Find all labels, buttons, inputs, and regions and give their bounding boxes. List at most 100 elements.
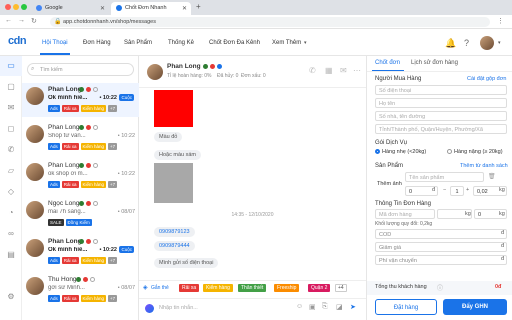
cod-field[interactable]: COD (375, 229, 507, 239)
sticker-icon[interactable]: ◪ (336, 303, 343, 311)
radio-checked[interactable] (375, 149, 380, 155)
add-from-list-link[interactable]: Thêm từ danh sách (460, 163, 508, 169)
push-ghn-button[interactable]: Đẩy GHN (443, 299, 507, 315)
minimize-window-dot[interactable] (13, 4, 19, 10)
zalo-icon (92, 87, 98, 92)
chat-contact-name[interactable]: Phan Long (167, 63, 201, 70)
product-name-field[interactable]: Tên sản phẩm (405, 172, 484, 182)
address-field[interactable]: Số nhà, tên đường (375, 111, 507, 121)
nav-xem-them[interactable]: Xem Thêm (272, 40, 301, 46)
service-heavy[interactable]: Hàng nặng (≥ 20kg) (447, 149, 503, 155)
product-image-gray[interactable] (154, 163, 193, 203)
add-image-label[interactable]: Thêm ảnh (377, 181, 402, 187)
user-icon[interactable]: ◔ (6, 208, 16, 218)
more-tags-button[interactable]: +4 (335, 284, 347, 292)
nav-chot-don-da-kenh[interactable]: Chốt Đơn Đa Kênh (209, 40, 260, 46)
chevron-down-icon[interactable]: ▾ (498, 40, 501, 46)
phone-message[interactable]: 0909879444 (154, 241, 195, 251)
phone-field[interactable]: Số điện thoại (375, 85, 507, 95)
help-icon[interactable]: ? (464, 38, 469, 48)
order-code-field[interactable]: Mã đơn hàng (375, 209, 435, 219)
quantity-field[interactable]: 1 (450, 186, 464, 196)
maximize-window-dot[interactable] (21, 4, 27, 10)
close-window-dot[interactable] (5, 4, 11, 10)
mail-icon[interactable]: ✉ (340, 66, 347, 75)
tab-chot-don[interactable]: Chốt Đơn Nhanh ✕ (111, 2, 191, 15)
shipping-fee-field[interactable]: Phí vận chuyển (375, 255, 507, 265)
menu-icon[interactable]: ⋮ (497, 17, 504, 25)
phone-icon[interactable]: ✆ (6, 145, 16, 155)
brand-icon[interactable] (145, 304, 154, 313)
settings-icon[interactable]: ⚙ (6, 292, 16, 302)
conversation-item[interactable]: Thu Hong gởi sứ Minh... • 08/07 Ads Rải xa Ki… (22, 273, 139, 307)
quick-tag[interactable]: Thân thiết (238, 284, 267, 292)
delete-icon[interactable]: 🗑 (488, 173, 496, 180)
tab-google[interactable]: Google ✕ (31, 2, 109, 15)
service-light[interactable]: Hàng nhẹ (<20kg) (375, 149, 426, 155)
conversation-item[interactable]: Phan Long Shop tư vấn... • 10:22 Ads Rải xa K… (22, 121, 139, 155)
chat-area: Phan Long Tỉ lệ hoàn hàng: 0% Đã hủy: 0 … (139, 56, 366, 320)
search-input[interactable]: ⌕ Tìm kiếm (27, 63, 134, 76)
product-image-red[interactable] (154, 90, 193, 127)
close-tab-icon[interactable]: ✕ (182, 5, 187, 12)
tab-lich-su[interactable]: Lịch sử đơn hàng (411, 56, 458, 70)
phone-call-icon[interactable]: ✆ (309, 66, 316, 75)
image-icon[interactable]: ▣ (309, 303, 316, 311)
more-icon[interactable]: ⋯ (353, 66, 361, 75)
message-input[interactable]: Nhập tin nhắn... (159, 305, 198, 311)
avatar[interactable] (480, 36, 494, 50)
url-input[interactable]: 🔒 app.chotdonnhanh.vn/shop/messages (50, 17, 490, 27)
link-icon[interactable]: ∞ (6, 229, 16, 239)
minus-icon[interactable]: − (443, 187, 446, 193)
address-bar: ← → ↻ 🔒 app.chotdonnhanh.vn/shop/message… (0, 15, 512, 29)
message-icon[interactable]: ▢ (6, 82, 16, 92)
phone-message[interactable]: 0909879123 (154, 227, 195, 237)
conversation-item[interactable]: Phan Long ok shop ơi m... • 10:22 Ads Rải xa… (22, 159, 139, 193)
chart-icon[interactable]: ▦ (325, 66, 333, 75)
tab-chot-don[interactable]: Chốt đơn (375, 56, 400, 70)
conversation-item[interactable]: Ngọc Long mai 7h sáng... • 08/07 SALE Đồng K… (22, 197, 139, 231)
region-select[interactable]: Tỉnh/Thành phố, Quận/Huyện, Phường/Xã (375, 124, 507, 134)
place-order-button[interactable]: Đặt hàng (375, 299, 437, 315)
attach-icon[interactable]: ⎘ (322, 303, 328, 311)
quick-tag[interactable]: Kiểm hàng (203, 284, 233, 292)
discount-field[interactable]: Giảm giá (375, 242, 507, 252)
product-name-placeholder: Tên sản phẩm (409, 174, 445, 181)
quick-tag[interactable]: Rải xa (179, 284, 200, 292)
reload-icon[interactable]: ↻ (31, 17, 37, 25)
plus-icon[interactable]: + (466, 187, 469, 193)
conversation-tags: Ads Rải xa Kiểm hàng +7 (48, 143, 119, 150)
tag-icon[interactable]: ◇ (6, 187, 16, 197)
add-tag-button[interactable]: Gắn thẻ (151, 285, 169, 291)
nav-san-pham[interactable]: Sản Phẩm (124, 40, 152, 46)
nav-don-hang[interactable]: Đơn Hàng (83, 40, 111, 46)
order-settings-link[interactable]: Cài đặt gộp đơn (467, 76, 506, 82)
bell-icon[interactable]: 🔔 (445, 38, 456, 49)
chevron-down-icon: ▾ (304, 40, 307, 46)
mail-icon[interactable]: ✉ (6, 103, 16, 113)
messenger-icon (78, 239, 84, 244)
comment-icon[interactable]: ▱ (6, 166, 16, 176)
nav-hoi-thoai[interactable]: Hội Thoại (42, 40, 68, 46)
send-icon[interactable]: ➤ (350, 303, 356, 311)
google-icon (36, 5, 42, 11)
chat-avatar[interactable] (147, 64, 163, 80)
emoji-icon[interactable]: ☺ (296, 303, 303, 310)
chat-bubble-icon[interactable]: ◻ (6, 124, 16, 134)
quick-tag[interactable]: Freeship (274, 284, 300, 292)
close-tab-icon[interactable]: ✕ (100, 5, 105, 12)
name-field[interactable]: Họ tên (375, 98, 507, 108)
quick-tag[interactable]: Quận 2 (308, 284, 331, 292)
conversation-item[interactable]: Phan Long Ok mình hiể... • 10:22 Cuộc Ads Rải… (22, 235, 139, 269)
radio-unchecked[interactable] (447, 149, 452, 155)
new-tab-button[interactable]: + (196, 2, 201, 11)
forward-icon[interactable]: → (18, 17, 25, 24)
logo[interactable]: cdn (8, 35, 27, 47)
tag-icon[interactable]: ◈ (143, 284, 148, 291)
back-icon[interactable]: ← (5, 17, 12, 24)
nav-thong-ke[interactable]: Thống Kê (168, 40, 194, 46)
archive-icon[interactable]: ▤ (6, 250, 16, 260)
conversation-item[interactable]: Phan Long Ok mình hiể... • 10:22 Cuộc Ads Rải… (22, 83, 139, 117)
inbox-icon[interactable]: ▭ (6, 61, 16, 71)
call-badge: Cuộc (119, 246, 134, 253)
